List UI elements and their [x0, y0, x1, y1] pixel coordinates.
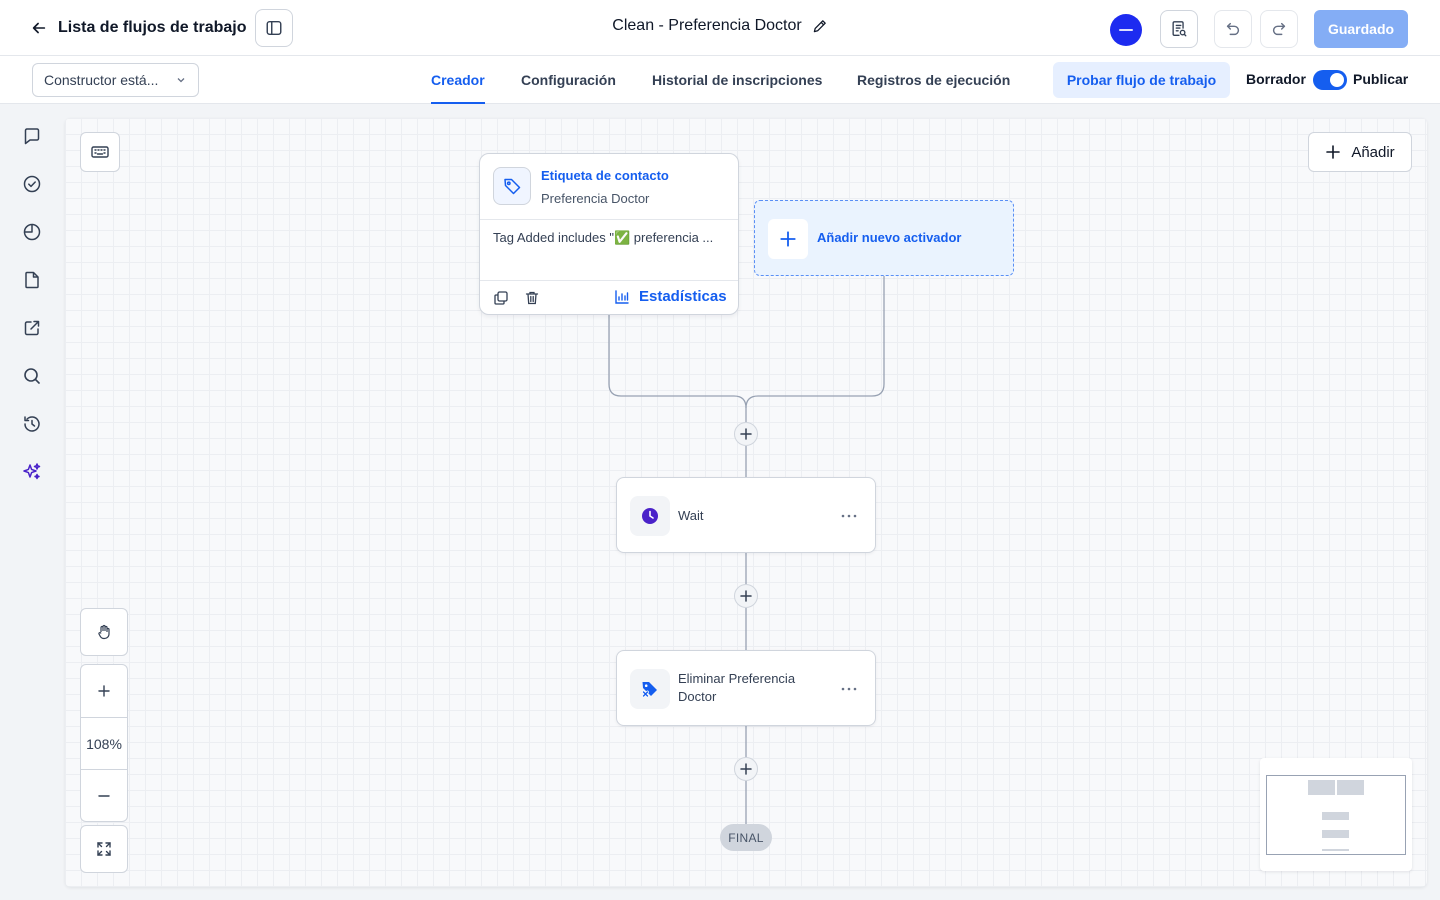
test-workflow-button[interactable]: Probar flujo de trabajo: [1053, 62, 1230, 98]
add-button-label: Añadir: [1351, 143, 1395, 161]
tag-icon: [493, 167, 531, 205]
bar-chart-icon: [615, 289, 629, 304]
zoom-controls: 108%: [80, 664, 128, 822]
add-button[interactable]: Añadir: [1308, 132, 1412, 172]
plus-icon: [740, 428, 752, 440]
copy-icon[interactable]: [492, 289, 510, 307]
check-circle-icon[interactable]: [20, 172, 44, 196]
pan-tool-group: [80, 608, 128, 656]
trigger-name: Preferencia Doctor: [541, 191, 650, 206]
statistics-label: Estadísticas: [639, 288, 727, 305]
toggle-sidebar-button[interactable]: [255, 9, 293, 47]
builder-select-value: Constructor está...: [44, 72, 159, 88]
zoom-level: 108%: [81, 717, 127, 769]
redo-icon: [1272, 22, 1286, 36]
trigger-card-header: Etiqueta de contacto Preferencia Doctor: [480, 154, 738, 220]
back-label: Lista de flujos de trabajo: [58, 19, 247, 36]
zoom-in-button[interactable]: [81, 665, 127, 717]
workflow-canvas[interactable]: Añadir Etiqueta de contacto Preferencia …: [65, 118, 1427, 887]
fit-view-group: [80, 825, 128, 873]
add-trigger-label: Añadir nuevo activador: [817, 230, 962, 245]
arrow-left-icon: [32, 22, 46, 34]
add-step-button[interactable]: [734, 584, 758, 608]
chevron-down-icon: [177, 78, 185, 83]
trigger-condition: Tag Added includes "✅ preferencia ...: [493, 230, 714, 245]
trigger-card-footer: Estadísticas: [480, 280, 738, 314]
chat-icon[interactable]: [20, 124, 44, 148]
redo-button[interactable]: [1260, 10, 1298, 48]
save-button[interactable]: Guardado: [1314, 10, 1408, 48]
sparkle-icon[interactable]: [20, 460, 44, 484]
document-search-icon: [1172, 21, 1187, 37]
keyboard-icon: [91, 146, 109, 158]
more-options-icon[interactable]: [841, 508, 857, 524]
undo-icon: [1226, 22, 1240, 36]
tab-historial[interactable]: Historial de inscripciones: [652, 56, 822, 104]
avatar[interactable]: [1110, 14, 1142, 46]
clock-icon: [630, 496, 670, 536]
document-icon[interactable]: [20, 268, 44, 292]
action-card-remove-tag[interactable]: Eliminar Preferencia Doctor: [616, 650, 876, 726]
add-trigger-card[interactable]: Añadir nuevo activador: [754, 200, 1014, 276]
sub-bar: Constructor está... Creador Configuració…: [0, 56, 1440, 104]
hand-icon[interactable]: [81, 609, 127, 655]
add-step-button[interactable]: [734, 757, 758, 781]
more-options-icon[interactable]: [841, 681, 857, 697]
pencil-icon[interactable]: [812, 18, 828, 34]
final-node: FINAL: [720, 824, 772, 851]
plus-icon: [1326, 145, 1341, 159]
back-to-workflows-link[interactable]: Lista de flujos de trabajo: [30, 14, 246, 42]
plus-icon: [740, 590, 752, 602]
tag-remove-icon: [630, 669, 670, 709]
external-link-icon[interactable]: [20, 316, 44, 340]
draft-label: Borrador: [1246, 71, 1306, 87]
zoom-out-button[interactable]: [81, 769, 127, 821]
plus-icon: [768, 219, 808, 259]
minus-icon: [98, 794, 110, 797]
search-icon[interactable]: [20, 364, 44, 388]
workflow-title: Clean - Preferencia Doctor: [612, 17, 827, 35]
builder-select[interactable]: Constructor está...: [32, 63, 199, 97]
action-label: Wait: [678, 508, 704, 523]
tab-registros[interactable]: Registros de ejecución: [857, 56, 1010, 104]
action-card-wait[interactable]: Wait: [616, 477, 876, 553]
pie-chart-icon[interactable]: [20, 220, 44, 244]
keyboard-shortcuts-button[interactable]: [80, 132, 120, 172]
fit-view-icon[interactable]: [81, 826, 127, 872]
tab-creador[interactable]: Creador: [431, 56, 485, 104]
add-step-button[interactable]: [734, 422, 758, 446]
publish-toggle[interactable]: [1313, 70, 1347, 90]
trash-icon[interactable]: [523, 289, 541, 307]
minimap[interactable]: [1260, 758, 1412, 871]
publish-label: Publicar: [1353, 71, 1409, 87]
trigger-type-label: Etiqueta de contacto: [541, 168, 669, 183]
plus-icon: [740, 763, 752, 775]
sidebar-panel-icon: [266, 20, 282, 36]
undo-button[interactable]: [1214, 10, 1252, 48]
trigger-card[interactable]: Etiqueta de contacto Preferencia Doctor …: [479, 153, 739, 315]
statistics-link[interactable]: Estadísticas: [614, 288, 727, 305]
plus-icon: [98, 685, 110, 697]
tab-configuracion[interactable]: Configuración: [521, 56, 616, 104]
notes-button[interactable]: [1160, 10, 1198, 48]
top-bar: Lista de flujos de trabajo Clean - Prefe…: [0, 0, 1440, 56]
history-icon[interactable]: [20, 412, 44, 436]
workflow-title-text: Clean - Preferencia Doctor: [612, 17, 802, 34]
action-label: Eliminar Preferencia Doctor: [678, 671, 796, 704]
